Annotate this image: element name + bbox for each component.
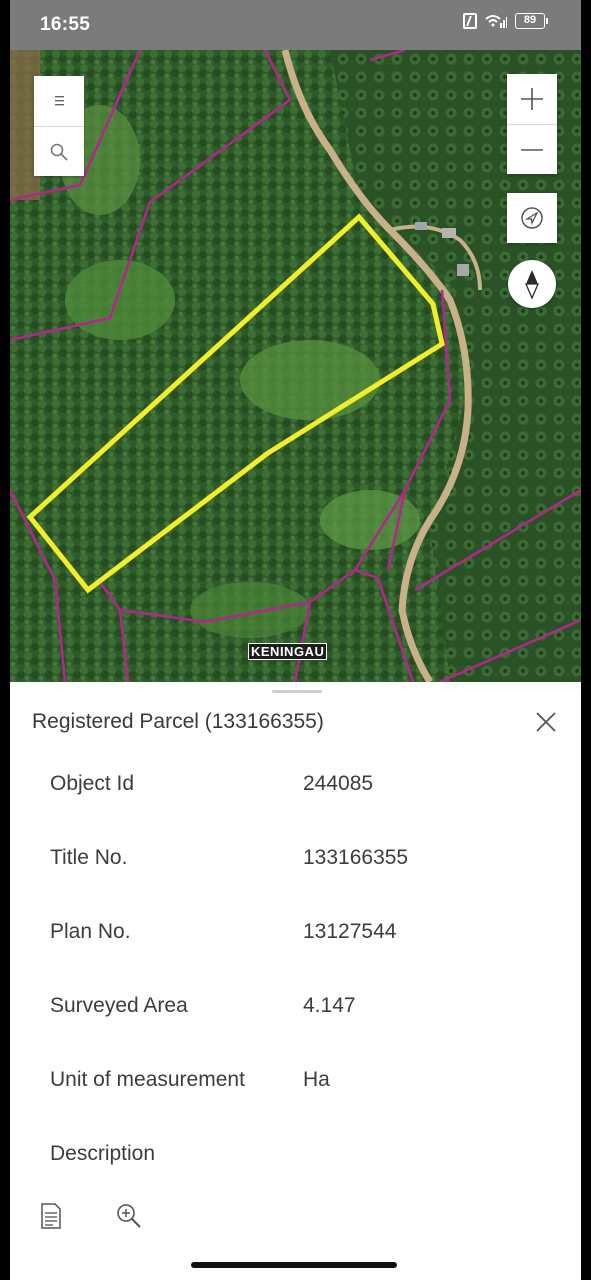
minus-icon: [521, 148, 543, 151]
panel-actions: [38, 1202, 142, 1230]
menu-icon: [55, 96, 64, 106]
zoom-to-button[interactable]: [116, 1202, 142, 1230]
nfc-icon: [463, 13, 477, 29]
menu-button[interactable]: [34, 76, 84, 126]
zoom-to-icon: [117, 1204, 141, 1228]
search-icon: [50, 143, 68, 161]
compass-icon: [525, 270, 539, 299]
locate-button[interactable]: [507, 193, 557, 243]
attribute-row-surveyed-area: Surveyed Area 4.147: [50, 994, 550, 1024]
plus-icon: [521, 88, 543, 110]
attribute-label: Description: [50, 1142, 156, 1165]
attribute-label: Title No.: [50, 846, 128, 869]
phone-screen: 16:55 89 KENINGAU Registered Parcel (133…: [10, 0, 581, 1280]
home-indicator[interactable]: [191, 1262, 397, 1268]
attribute-value: 4.147: [303, 994, 356, 1017]
attribute-row-description: Description: [50, 1142, 550, 1172]
battery-indicator: 89: [515, 13, 548, 29]
attribute-row-plan-no: Plan No. 13127544: [50, 920, 550, 950]
attribute-value: Ha: [303, 1068, 330, 1091]
attribute-label: Unit of measurement: [50, 1068, 245, 1091]
map-view[interactable]: KENINGAU: [10, 50, 581, 682]
attribute-label: Plan No.: [50, 920, 131, 943]
attribute-label: Surveyed Area: [50, 994, 188, 1017]
zoom-in-button[interactable]: [507, 74, 557, 124]
attribute-value: 133166355: [303, 846, 409, 869]
place-label: KENINGAU: [248, 643, 328, 660]
attachments-button[interactable]: [38, 1202, 64, 1230]
zoom-out-button[interactable]: [507, 124, 557, 174]
zoom-controls: [507, 74, 557, 174]
attribute-label: Object Id: [50, 772, 135, 795]
close-icon: [536, 712, 556, 732]
attribute-row-title-no: Title No. 133166355: [50, 846, 550, 876]
status-icons: 89: [463, 13, 548, 29]
status-time: 16:55: [40, 14, 91, 35]
locate-control: [507, 193, 557, 243]
attribute-row-object-id: Object Id 244085: [50, 772, 550, 802]
wifi-signal-icon: [485, 15, 507, 28]
document-icon: [41, 1203, 61, 1229]
feature-info-panel: Registered Parcel (133166355) Object Id …: [10, 682, 581, 1280]
attribute-value: 244085: [303, 772, 374, 795]
attribute-value: 13127544: [303, 920, 397, 943]
attribute-row-unit: Unit of measurement Ha: [50, 1068, 550, 1098]
status-bar: 16:55 89: [10, 0, 581, 50]
satellite-imagery: [10, 50, 581, 682]
locate-icon: [521, 207, 543, 229]
panel-title: Registered Parcel (133166355): [32, 710, 324, 733]
drag-handle[interactable]: [272, 690, 322, 693]
close-button[interactable]: [532, 708, 560, 736]
left-map-controls: [34, 76, 84, 176]
search-button[interactable]: [34, 126, 84, 176]
compass-button[interactable]: [508, 260, 556, 308]
